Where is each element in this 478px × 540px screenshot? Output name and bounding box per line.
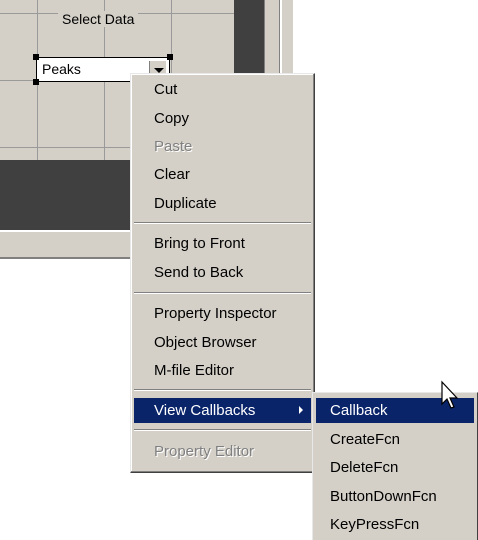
menu-item-bring-to-front[interactable]: Bring to Front: [134, 231, 311, 256]
menu-item-clear[interactable]: Clear: [134, 162, 311, 187]
submenu-item-deletefcn[interactable]: DeleteFcn: [316, 455, 474, 480]
popup-value: Peaks: [42, 61, 81, 77]
panel-title: Select Data: [58, 11, 139, 27]
submenu-item-buttondownfcn[interactable]: ButtonDownFcn: [316, 484, 474, 509]
menu-separator: [134, 389, 311, 391]
menu-item-paste: Paste: [154, 138, 193, 155]
menu-item-copy[interactable]: Copy: [134, 106, 311, 131]
menu-separator: [134, 429, 311, 431]
menu-item-cut[interactable]: Cut: [134, 77, 311, 102]
menu-item-view-callbacks[interactable]: View Callbacks: [134, 398, 311, 423]
menu-item-m-file-editor[interactable]: M-file Editor: [134, 358, 311, 383]
context-menu: Cut Copy Paste Clear Duplicate Bring to …: [130, 73, 315, 473]
menu-item-view-callbacks-label: View Callbacks: [154, 402, 256, 419]
callbacks-submenu: Callback CreateFcn DeleteFcn ButtonDownF…: [312, 392, 478, 540]
arrow-cursor-icon: [441, 380, 459, 409]
submenu-item-keypressfcn[interactable]: KeyPressFcn: [316, 512, 474, 537]
selection-handle-top-left[interactable]: [33, 54, 39, 60]
menu-separator: [134, 292, 311, 294]
menu-item-property-inspector[interactable]: Property Inspector: [134, 301, 311, 326]
menu-item-send-to-back[interactable]: Send to Back: [134, 260, 311, 285]
menu-separator: [134, 222, 311, 224]
submenu-item-createfcn[interactable]: CreateFcn: [316, 427, 474, 452]
selection-handle-top-right[interactable]: [167, 54, 173, 60]
menu-item-duplicate[interactable]: Duplicate: [134, 191, 311, 216]
menu-item-property-editor: Property Editor: [154, 443, 255, 460]
chevron-right-icon: [299, 406, 303, 414]
selection-handle-bottom-left[interactable]: [33, 79, 39, 85]
menu-item-object-browser[interactable]: Object Browser: [134, 330, 311, 355]
